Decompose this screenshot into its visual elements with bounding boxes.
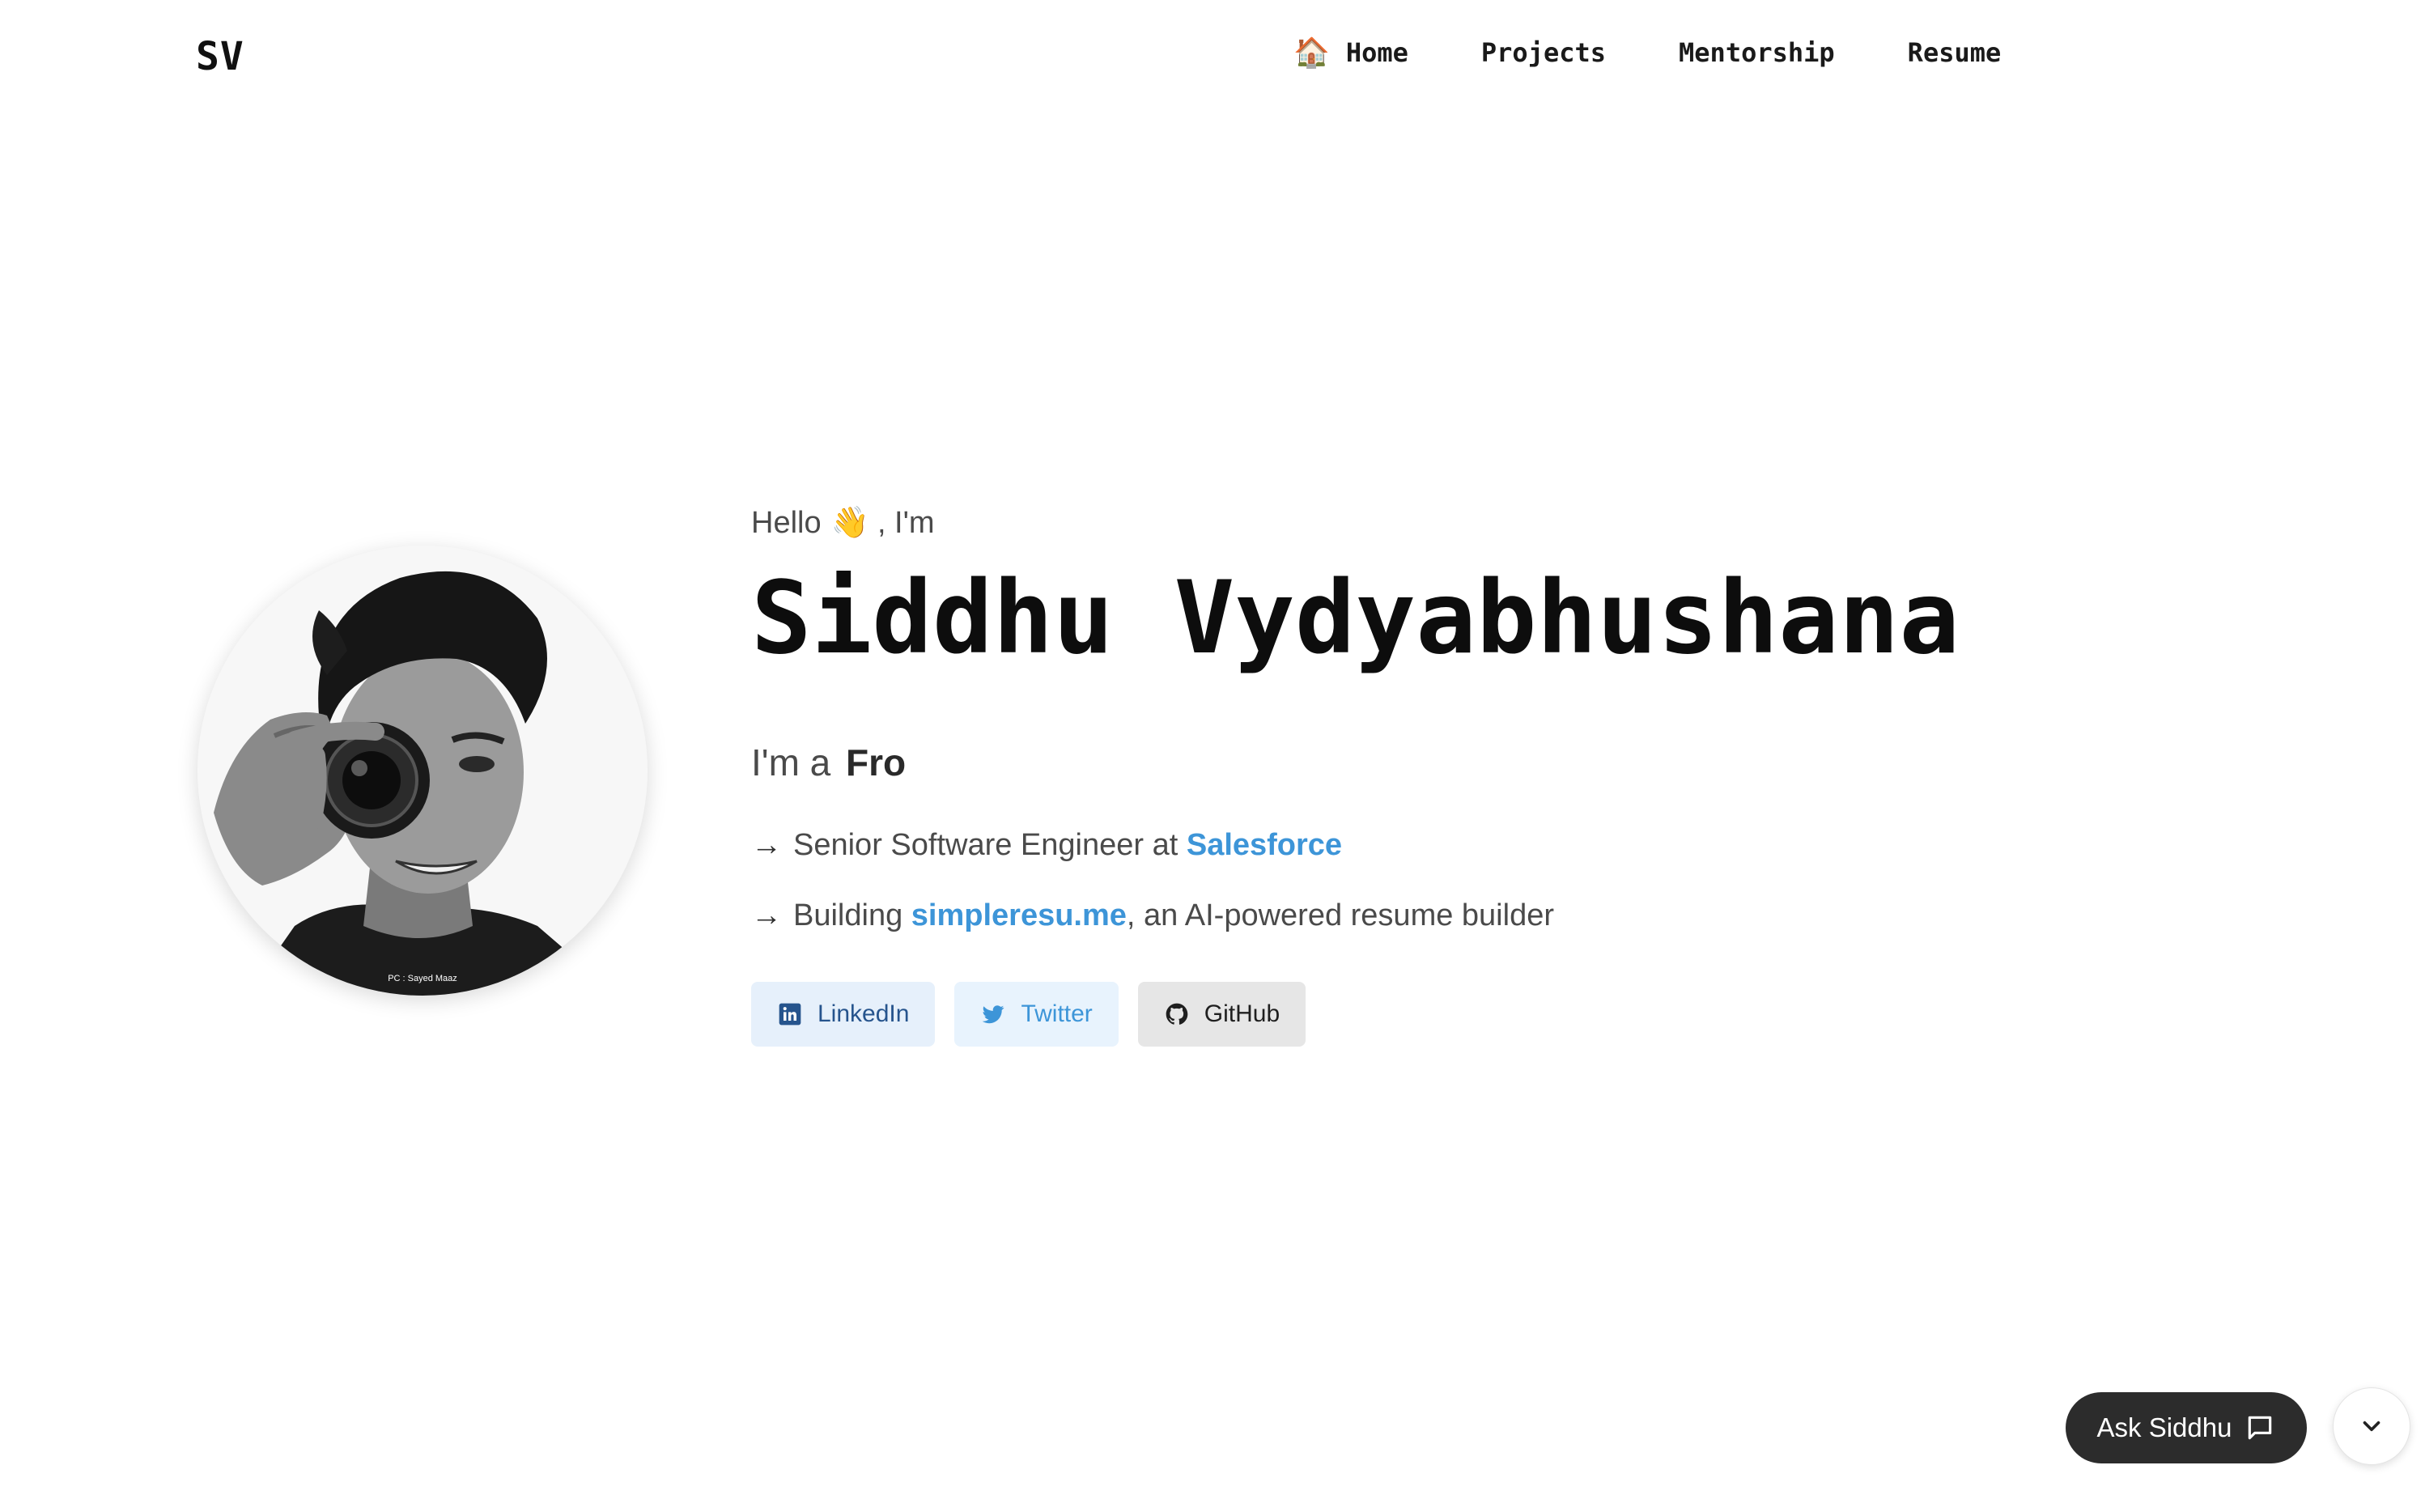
hero-section: Hello 👋 , I'm Siddhu Vydyabhushana I'm a… [751, 499, 1960, 1047]
site-logo[interactable]: SV [196, 34, 244, 79]
nav-item-home-label: Home [1345, 37, 1408, 68]
bullet-job-text: Senior Software Engineer at [793, 828, 1179, 863]
scroll-down-button[interactable] [2333, 1387, 2410, 1465]
chevron-down-icon [2363, 1421, 2380, 1432]
role-line: I'm a Fro [751, 741, 1960, 784]
bullet-job: → Senior Software Engineer at Salesforce [751, 828, 1960, 863]
github-button[interactable]: GitHub [1137, 982, 1306, 1047]
greeting-suffix: , I'm [877, 505, 935, 540]
github-label: GitHub [1204, 1000, 1280, 1028]
main-nav: 🏠 Home Projects Mentorship Resume [1293, 36, 2001, 70]
linkedin-icon [779, 1004, 801, 1026]
greeting: Hello 👋 , I'm [751, 499, 1960, 547]
hero-name: Siddhu Vydyabhushana [751, 560, 1960, 677]
house-icon: 🏠 [1293, 36, 1330, 70]
nav-item-projects[interactable]: Projects [1481, 37, 1606, 68]
arrow-right-icon: → [751, 898, 782, 933]
bullet-building: → Building simpleresu.me, an AI-powered … [751, 898, 1960, 933]
profile-photo: PC : Sayed Maaz [197, 546, 648, 996]
nav-item-projects-label: Projects [1480, 37, 1607, 68]
bullet-building-text: Building [793, 898, 903, 933]
twitter-label: Twitter [1021, 1000, 1093, 1028]
arrow-right-icon: → [751, 828, 782, 863]
waving-hand-icon: 👋 [830, 506, 869, 540]
nav-item-home[interactable]: 🏠 Home [1293, 36, 1408, 70]
nav-item-mentorship-label: Mentorship [1679, 37, 1835, 68]
nav-item-mentorship[interactable]: Mentorship [1679, 37, 1835, 68]
ask-siddhu-label: Ask Siddhu [2096, 1412, 2232, 1442]
salesforce-link[interactable]: Salesforce [1187, 828, 1342, 863]
linkedin-label: LinkedIn [818, 1000, 910, 1028]
twitter-button[interactable]: Twitter [954, 982, 1119, 1047]
photo-credit: PC : Sayed Maaz [388, 974, 457, 983]
ask-siddhu-button[interactable]: Ask Siddhu [2066, 1392, 2307, 1463]
social-links: LinkedIn Twitter GitHub [751, 982, 1960, 1047]
nav-item-resume-label: Resume [1907, 37, 2002, 68]
nav-item-resume[interactable]: Resume [1908, 37, 2002, 68]
simpleresume-link[interactable]: simpleresu.me [911, 898, 1127, 933]
greeting-prefix: Hello [751, 505, 822, 540]
github-icon [1166, 1004, 1188, 1026]
bullet-building-after: , an AI-powered resume builder [1126, 898, 1554, 933]
twitter-icon [983, 1005, 1004, 1024]
linkedin-button[interactable]: LinkedIn [751, 982, 936, 1047]
role-typed-text: Fro [846, 741, 907, 784]
role-prefix: I'm a [751, 741, 831, 784]
chat-bubble-icon [2249, 1416, 2272, 1440]
